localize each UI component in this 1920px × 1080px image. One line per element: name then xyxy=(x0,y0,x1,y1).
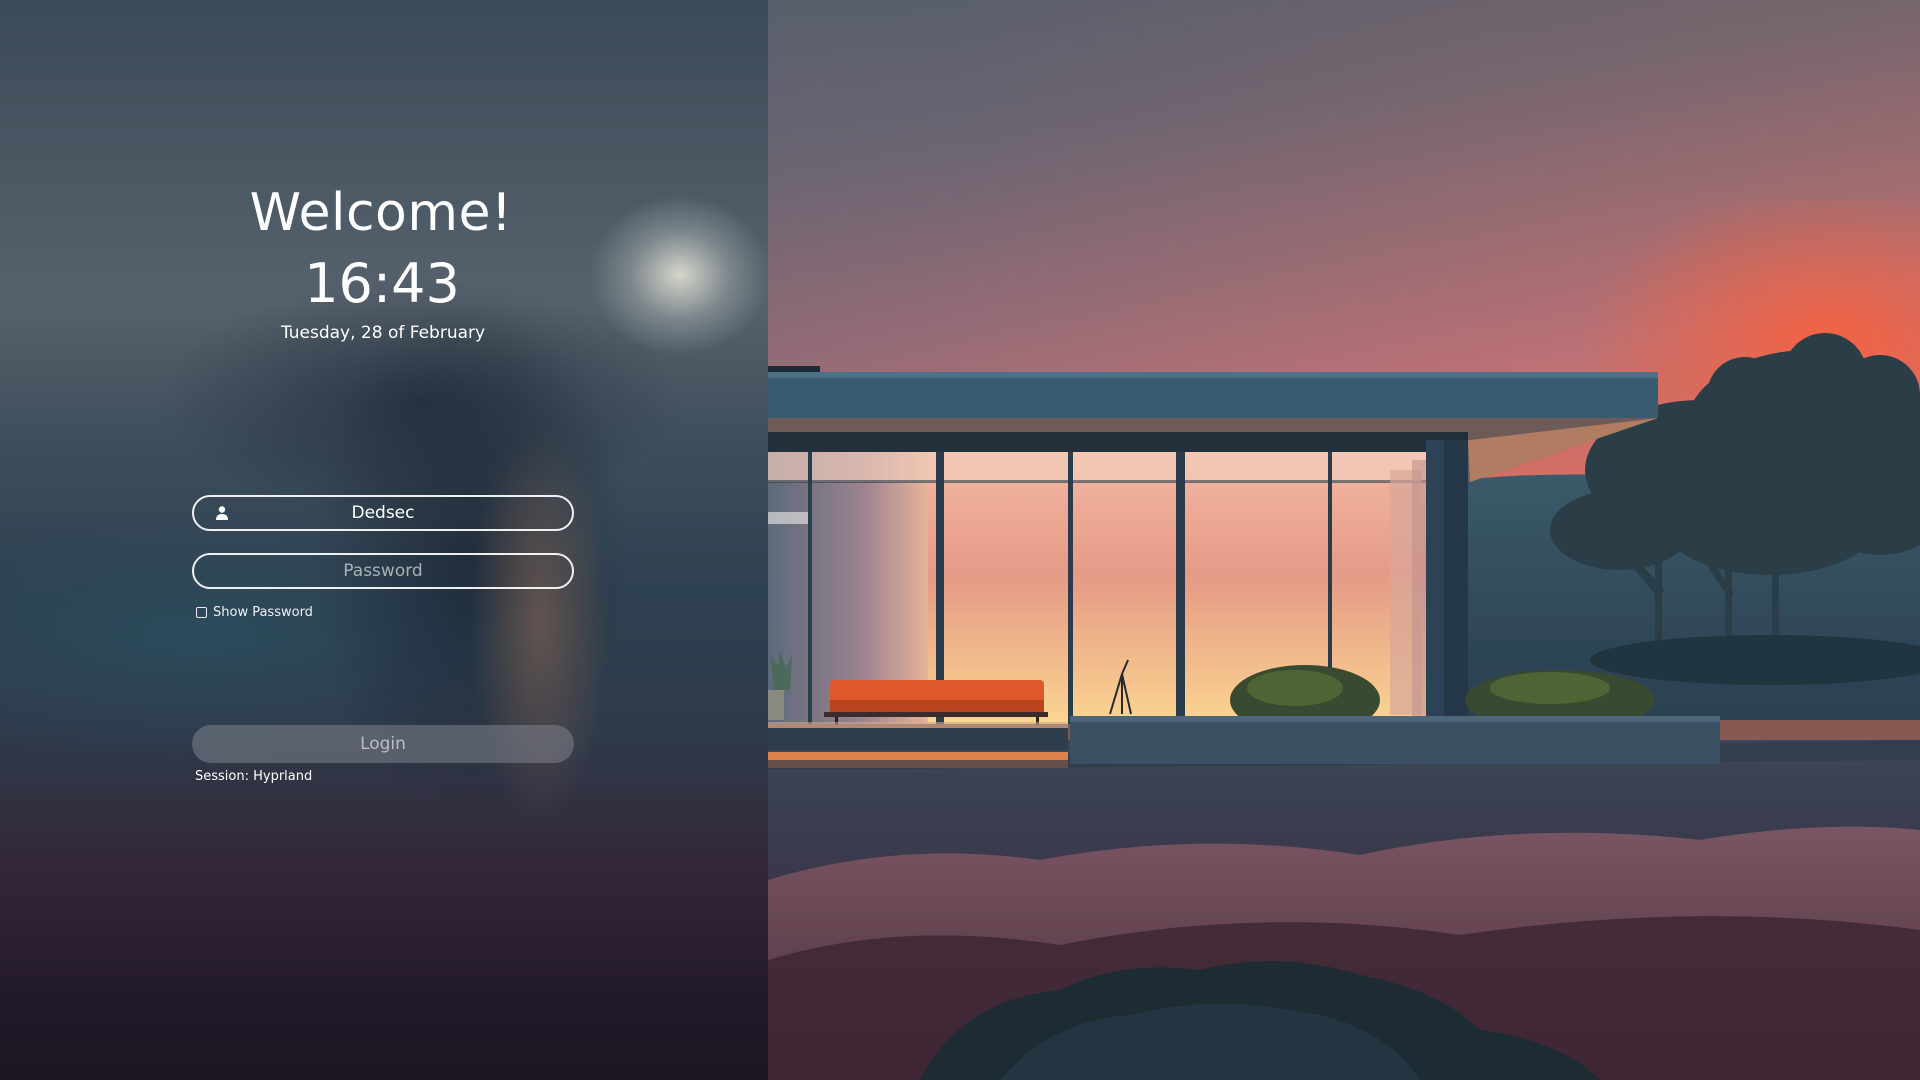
login-button[interactable]: Login xyxy=(192,725,574,763)
password-field[interactable]: Password xyxy=(192,553,574,589)
user-icon xyxy=(216,506,228,520)
password-placeholder: Password xyxy=(343,561,423,581)
username-value: Dedsec xyxy=(351,503,415,523)
show-password-label: Show Password xyxy=(213,605,313,620)
welcome-title: Welcome! xyxy=(249,183,513,243)
clock-time: 16:43 xyxy=(304,252,460,315)
clock-date: Tuesday, 28 of February xyxy=(280,323,486,343)
show-password-toggle[interactable]: Show Password xyxy=(196,605,313,620)
login-panel: Welcome! 16:43 Tuesday, 28 of February D… xyxy=(0,0,768,1080)
username-field[interactable]: Dedsec xyxy=(192,495,574,531)
session-label[interactable]: Session: Hyprland xyxy=(195,769,312,784)
login-screen: Welcome! 16:43 Tuesday, 28 of February D… xyxy=(0,0,1920,1080)
checkbox-icon[interactable] xyxy=(196,607,207,618)
